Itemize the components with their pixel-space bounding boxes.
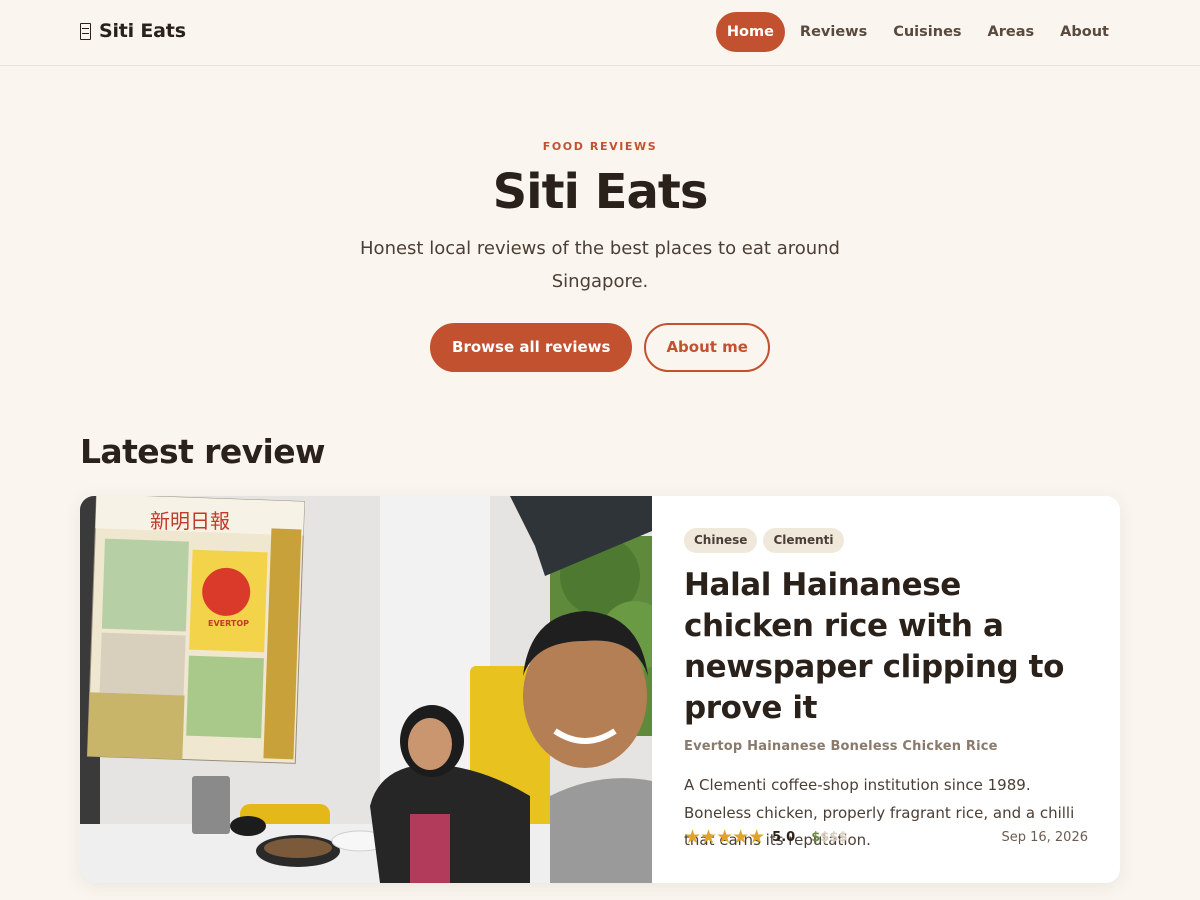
site-header: Siti Eats Home Reviews Cuisines Areas Ab… [0, 0, 1200, 66]
hero-actions: Browse all reviews About me [0, 323, 1200, 372]
review-title[interactable]: Halal Hainanese chicken rice with a news… [684, 565, 1088, 729]
review-photo-illustration: 新明日報 EVERTOP [80, 496, 652, 883]
price-level-active: $ [811, 829, 821, 845]
review-photo: 新明日報 EVERTOP [80, 496, 652, 883]
nav-reviews[interactable]: Reviews [789, 12, 878, 52]
poster-masthead: 新明日報 [150, 509, 230, 533]
review-date: Sep 16, 2026 [1001, 829, 1088, 845]
hero-eyebrow: FOOD REVIEWS [542, 140, 658, 153]
nav-cuisines[interactable]: Cuisines [882, 12, 972, 52]
brand-link[interactable]: Siti Eats [80, 19, 186, 43]
tag-area[interactable]: Clementi [763, 528, 844, 553]
review-card-body: Chinese Clementi Halal Hainanese chicken… [652, 496, 1120, 883]
latest-review-heading: Latest review [80, 432, 326, 471]
review-tags: Chinese Clementi [684, 528, 1088, 553]
nav-areas[interactable]: Areas [977, 12, 1046, 52]
price-level: $$$$ [811, 830, 847, 845]
brand-name: Siti Eats [99, 20, 186, 42]
latest-review-card[interactable]: 新明日報 EVERTOP Chinese Clementi Halal Hain… [80, 496, 1120, 883]
nav-about[interactable]: About [1049, 12, 1120, 52]
menu-book-icon [80, 22, 91, 40]
tag-cuisine[interactable]: Chinese [684, 528, 758, 553]
review-meta: ★★★★★ 5.0 $$$$ Sep 16, 2026 [684, 826, 1088, 848]
place-name: Evertop Hainanese Boneless Chicken Rice [684, 739, 998, 754]
about-me-button[interactable]: About me [644, 323, 770, 372]
rating-value: 5.0 [772, 829, 796, 845]
price-level-inactive: $$$ [820, 829, 848, 845]
star-rating-icon: ★★★★★ [684, 826, 765, 848]
hero-title: Siti Eats [492, 164, 709, 220]
nav-home[interactable]: Home [715, 12, 785, 52]
main-nav: Home Reviews Cuisines Areas About [715, 12, 1120, 52]
hero-subtitle: Honest local reviews of the best places … [360, 238, 840, 292]
poster-brand: EVERTOP [208, 619, 249, 628]
browse-reviews-button[interactable]: Browse all reviews [430, 323, 633, 372]
